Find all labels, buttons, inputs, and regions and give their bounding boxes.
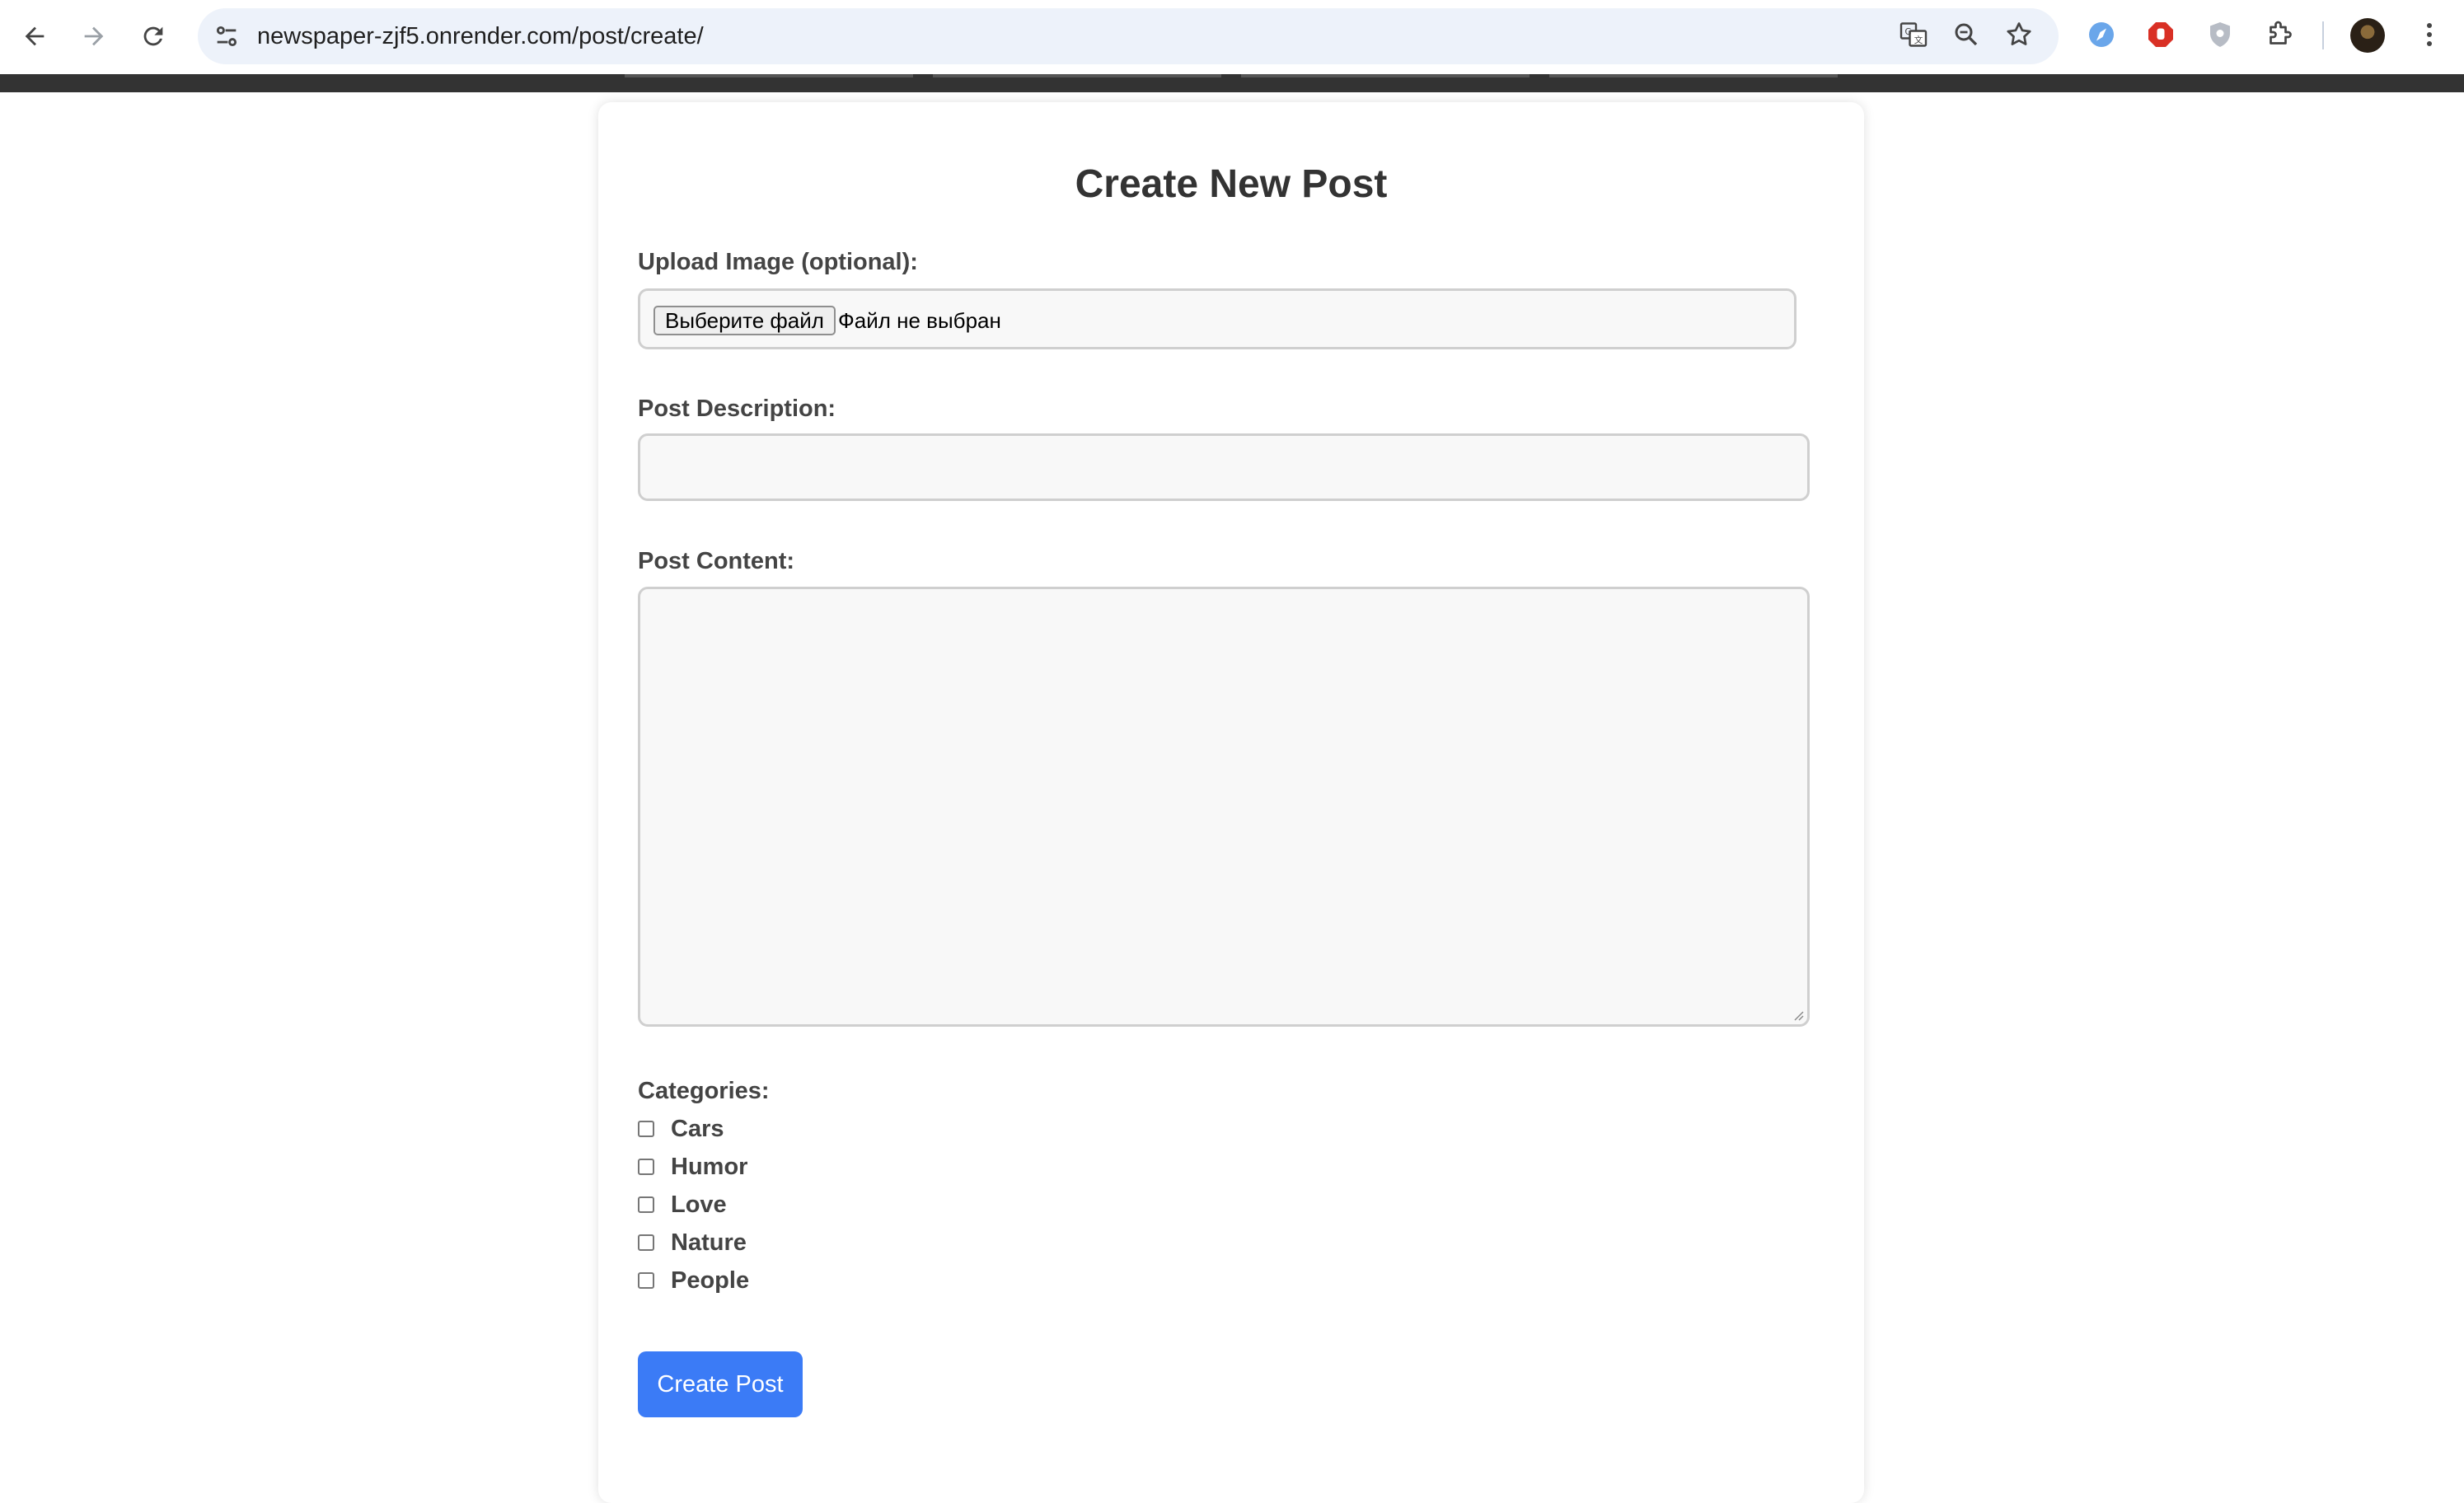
create-post-form: Create New Post Upload Image (optional):…	[598, 102, 1864, 1503]
category-label[interactable]: Love	[671, 1192, 727, 1219]
upload-image-label: Upload Image (optional):	[638, 249, 918, 275]
extension-1-button[interactable]	[2085, 18, 2118, 51]
category-checkbox-row[interactable]: People	[638, 1266, 749, 1295]
extensions-menu-button[interactable]	[2263, 18, 2296, 51]
reload-icon	[143, 26, 163, 46]
profile-avatar[interactable]	[2350, 18, 2385, 53]
page-title: Create New Post	[1075, 162, 1388, 206]
browser-menu-button[interactable]	[2413, 18, 2446, 51]
resize-handle-icon[interactable]	[1792, 1009, 1804, 1021]
stop-hand-extension-icon	[2148, 22, 2173, 47]
translate-button[interactable]: G 文	[1897, 18, 1930, 51]
post-description-input[interactable]	[638, 433, 1810, 501]
url-text[interactable]: newspaper-zjf5.onrender.com/post/create/	[257, 8, 704, 64]
post-content-label: Post Content:	[638, 548, 795, 574]
reload-button[interactable]	[134, 16, 173, 56]
puzzle-icon	[2270, 21, 2292, 44]
arrow-right-icon	[84, 26, 104, 46]
toolbar-divider	[2322, 21, 2324, 49]
site-settings-icon[interactable]	[213, 22, 241, 50]
category-checkbox-row[interactable]: Cars	[638, 1114, 724, 1144]
category-label[interactable]: People	[671, 1267, 749, 1295]
nav-tab[interactable]	[625, 74, 913, 77]
nav-tab[interactable]	[1241, 74, 1529, 77]
svg-text:G: G	[1905, 27, 1912, 37]
category-checkbox-row[interactable]: Love	[638, 1190, 727, 1220]
category-checkbox[interactable]	[638, 1234, 654, 1251]
category-checkbox[interactable]	[638, 1121, 654, 1137]
svg-text:文: 文	[1914, 35, 1923, 45]
extension-2-button[interactable]	[2144, 18, 2177, 51]
forward-button[interactable]	[74, 16, 114, 56]
category-checkbox[interactable]	[638, 1272, 654, 1289]
zoom-button[interactable]	[1950, 18, 1983, 51]
create-post-button[interactable]: Create Post	[638, 1351, 803, 1417]
shield-extension-icon	[2210, 22, 2230, 47]
address-bar[interactable]: newspaper-zjf5.onrender.com/post/create/	[198, 8, 2059, 64]
category-label[interactable]: Cars	[671, 1116, 724, 1143]
browser-toolbar: newspaper-zjf5.onrender.com/post/create/…	[0, 0, 2464, 74]
file-status-text: Файл не выбран	[838, 308, 1001, 333]
extension-3-button[interactable]	[2204, 18, 2237, 51]
category-checkbox[interactable]	[638, 1159, 654, 1175]
compass-extension-icon	[2089, 22, 2114, 47]
category-label[interactable]: Nature	[671, 1229, 747, 1257]
category-label[interactable]: Humor	[671, 1154, 747, 1181]
translate-icon: G 文	[1900, 22, 1928, 47]
image-file-input[interactable]: Выберите файл Файл не выбран	[638, 288, 1796, 349]
back-button[interactable]	[15, 16, 54, 56]
site-navbar	[0, 74, 2464, 92]
category-checkbox[interactable]	[638, 1196, 654, 1213]
choose-file-button[interactable]: Выберите файл	[653, 306, 836, 335]
categories-label: Categories:	[638, 1078, 770, 1104]
nav-tab[interactable]	[933, 74, 1221, 77]
zoom-icon	[1955, 23, 1978, 46]
more-vertical-icon	[2427, 23, 2432, 28]
star-icon	[2007, 22, 2031, 45]
arrow-left-icon	[25, 26, 45, 46]
bookmark-button[interactable]	[2003, 18, 2035, 51]
post-content-textarea[interactable]	[638, 587, 1810, 1027]
post-description-label: Post Description:	[638, 396, 836, 422]
category-checkbox-row[interactable]: Humor	[638, 1152, 747, 1182]
category-checkbox-row[interactable]: Nature	[638, 1228, 747, 1257]
nav-tab[interactable]	[1549, 74, 1838, 77]
